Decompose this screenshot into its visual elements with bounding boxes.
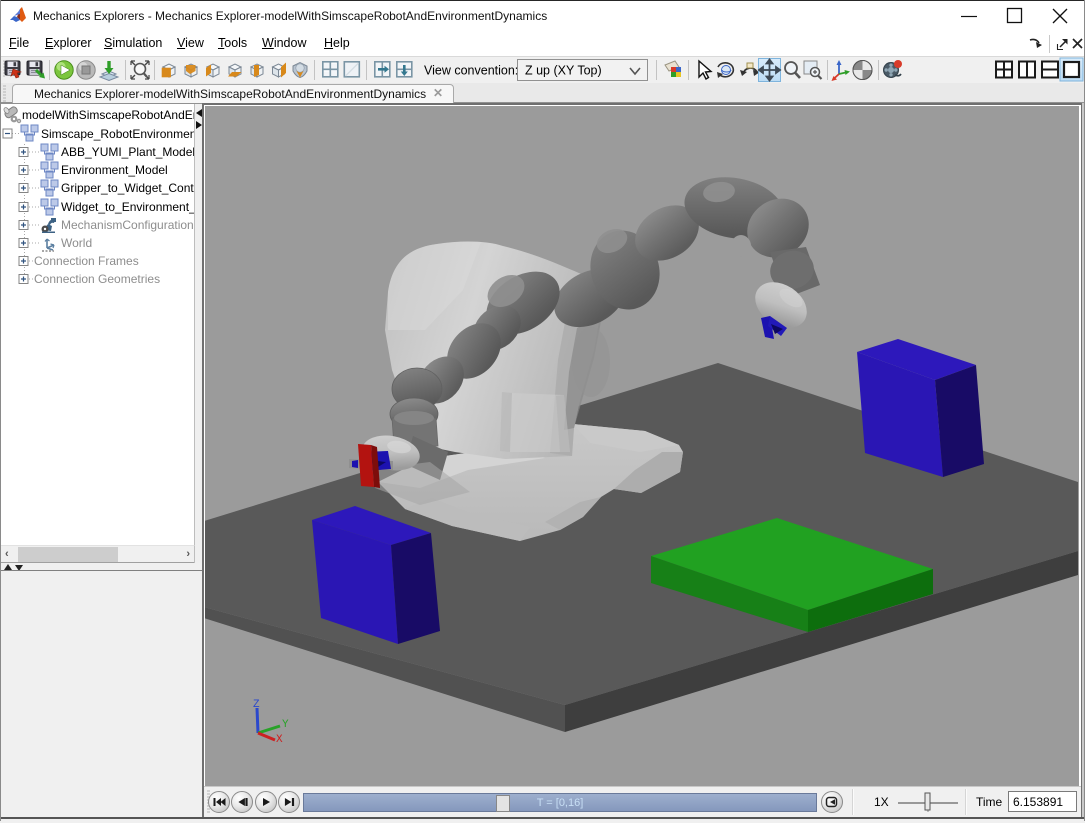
svg-text:Y: Y (282, 719, 289, 731)
svg-text:Z: Z (253, 699, 260, 711)
svg-text:Z up (XY Top): Z up (XY Top) (525, 64, 602, 78)
svg-text:X: X (276, 734, 283, 746)
svg-text:View convention:: View convention: (424, 64, 518, 78)
